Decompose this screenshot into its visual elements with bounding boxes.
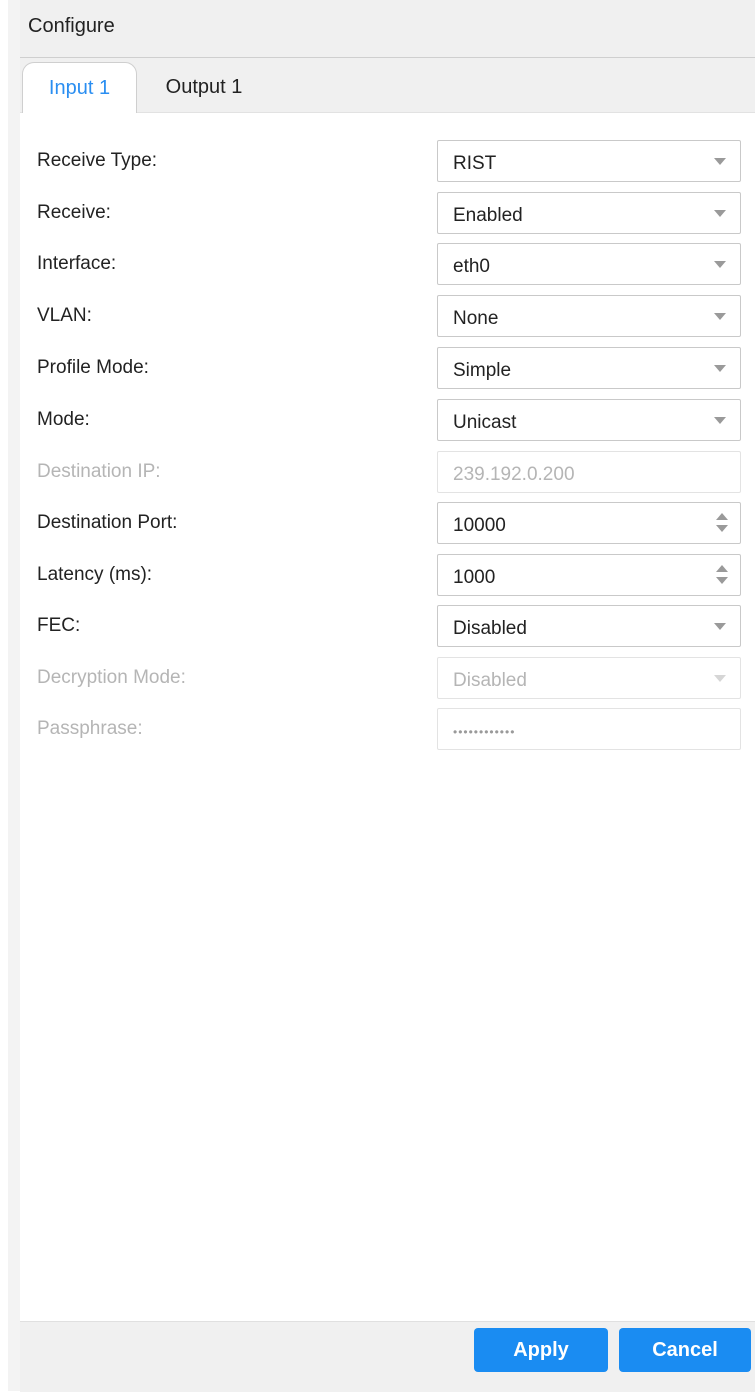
chevron-down-icon [714,365,726,372]
receive-select[interactable]: Enabled [437,192,741,234]
configure-window: Configure Input 1 Output 1 Receive Type:… [0,0,755,1392]
chevron-down-icon [714,675,726,682]
vlan-select[interactable]: None [437,295,741,337]
chevron-down-icon [714,158,726,165]
passphrase-label: Passphrase: [37,718,143,739]
chevron-down-icon [714,417,726,424]
spin-up-icon[interactable] [716,565,728,572]
row-receive-type: Receive Type: RIST [20,140,755,184]
destination-ip-value: 239.192.0.200 [453,464,575,485]
spinner-icon[interactable] [716,565,728,587]
destination-port-value: 10000 [453,515,506,536]
receive-type-value: RIST [453,153,497,174]
spin-down-icon[interactable] [716,577,728,584]
vlan-label: VLAN: [37,305,92,326]
chevron-down-icon [714,313,726,320]
button-footer: Apply Cancel [20,1321,755,1392]
row-vlan: VLAN: None [20,295,755,339]
row-passphrase: Passphrase: •••••••••••• [20,708,755,752]
interface-label: Interface: [37,253,117,274]
cancel-button[interactable]: Cancel [619,1328,751,1372]
decryption-mode-value: Disabled [453,670,527,691]
tab-input-1[interactable]: Input 1 [22,62,137,113]
mode-select[interactable]: Unicast [437,399,741,441]
latency-stepper[interactable]: 1000 [437,554,741,596]
row-latency: Latency (ms): 1000 [20,554,755,598]
destination-port-stepper[interactable]: 10000 [437,502,741,544]
panel-header: Configure [20,0,755,58]
configure-panel: Configure Input 1 Output 1 Receive Type:… [20,0,755,1392]
receive-type-select[interactable]: RIST [437,140,741,182]
tab-bar: Input 1 Output 1 [20,58,755,113]
spinner-icon[interactable] [716,513,728,535]
chevron-down-icon [714,210,726,217]
row-decryption-mode: Decryption Mode: Disabled [20,657,755,701]
passphrase-field: •••••••••••• [437,708,741,750]
mode-label: Mode: [37,409,90,430]
latency-value: 1000 [453,567,496,588]
tab-output-1[interactable]: Output 1 [150,62,258,112]
destination-ip-field: 239.192.0.200 [437,451,741,493]
row-mode: Mode: Unicast [20,399,755,443]
decryption-mode-label: Decryption Mode: [37,667,186,688]
vlan-value: None [453,308,499,329]
profile-mode-select[interactable]: Simple [437,347,741,389]
row-destination-port: Destination Port: 10000 [20,502,755,546]
receive-value: Enabled [453,205,523,226]
row-receive: Receive: Enabled [20,192,755,236]
destination-port-label: Destination Port: [37,512,178,533]
profile-mode-value: Simple [453,360,512,381]
row-destination-ip: Destination IP: 239.192.0.200 [20,451,755,495]
chevron-down-icon [714,623,726,630]
passphrase-value: •••••••••••• [453,725,516,739]
row-fec: FEC: Disabled [20,605,755,649]
apply-button[interactable]: Apply [474,1328,608,1372]
fec-label: FEC: [37,615,81,636]
receive-type-label: Receive Type: [37,150,158,171]
receive-label: Receive: [37,202,111,223]
spin-up-icon[interactable] [716,513,728,520]
interface-select[interactable]: eth0 [437,243,741,285]
latency-label: Latency (ms): [37,564,153,585]
fec-select[interactable]: Disabled [437,605,741,647]
profile-mode-label: Profile Mode: [37,357,149,378]
interface-value: eth0 [453,256,490,277]
row-profile-mode: Profile Mode: Simple [20,347,755,391]
spin-down-icon[interactable] [716,525,728,532]
row-interface: Interface: eth0 [20,243,755,287]
chevron-down-icon [714,261,726,268]
panel-title: Configure [28,15,115,37]
decryption-mode-select: Disabled [437,657,741,699]
fec-value: Disabled [453,618,527,639]
mode-value: Unicast [453,412,517,433]
destination-ip-label: Destination IP: [37,461,161,482]
